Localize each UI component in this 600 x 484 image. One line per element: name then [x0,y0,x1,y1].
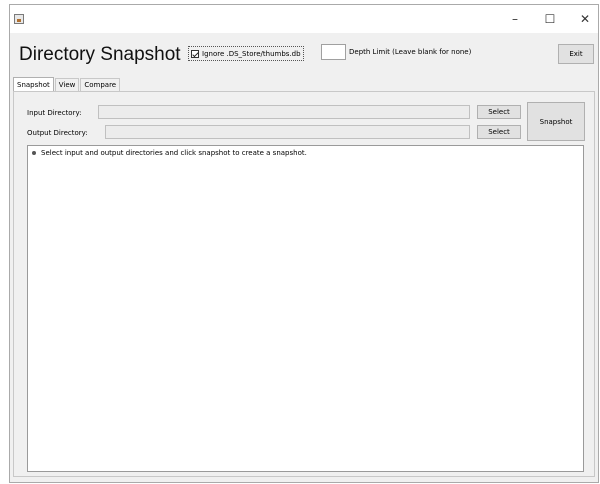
close-button[interactable]: ✕ [570,11,600,27]
input-directory-field[interactable] [98,105,470,119]
page-title: Directory Snapshot [19,44,181,65]
input-select-button[interactable]: Select [477,105,521,119]
java-app-icon [14,14,24,24]
checkbox-checked-icon[interactable] [191,49,199,58]
snapshot-log[interactable]: Select input and output directories and … [27,145,584,472]
input-directory-label: Input Directory: [27,109,82,117]
output-select-button[interactable]: Select [477,125,521,139]
maximize-button[interactable]: ☐ [535,11,565,27]
snapshot-button[interactable]: Snapshot [527,102,585,141]
tab-view[interactable]: View [54,78,80,91]
app-window: – ☐ ✕ Directory Snapshot Ignore .DS_Stor… [9,4,599,483]
log-message-text: Select input and output directories and … [41,149,307,157]
title-bar: – ☐ ✕ [10,5,598,33]
ignore-checkbox-label: Ignore .DS_Store/thumbs.db [202,49,301,58]
minimize-button[interactable]: – [500,11,530,27]
output-directory-field[interactable] [105,125,470,139]
ignore-system-files-checkbox[interactable]: Ignore .DS_Store/thumbs.db [188,46,304,61]
tab-compare[interactable]: Compare [80,78,121,91]
exit-button[interactable]: Exit [558,44,594,64]
tab-snapshot[interactable]: Snapshot [13,77,54,91]
bullet-icon [32,151,36,155]
output-directory-label: Output Directory: [27,129,88,137]
tab-bar: Snapshot View Compare [13,77,121,91]
log-message: Select input and output directories and … [32,149,307,157]
depth-limit-label: Depth Limit (Leave blank for none) [349,48,472,56]
depth-limit-input[interactable] [321,44,346,60]
